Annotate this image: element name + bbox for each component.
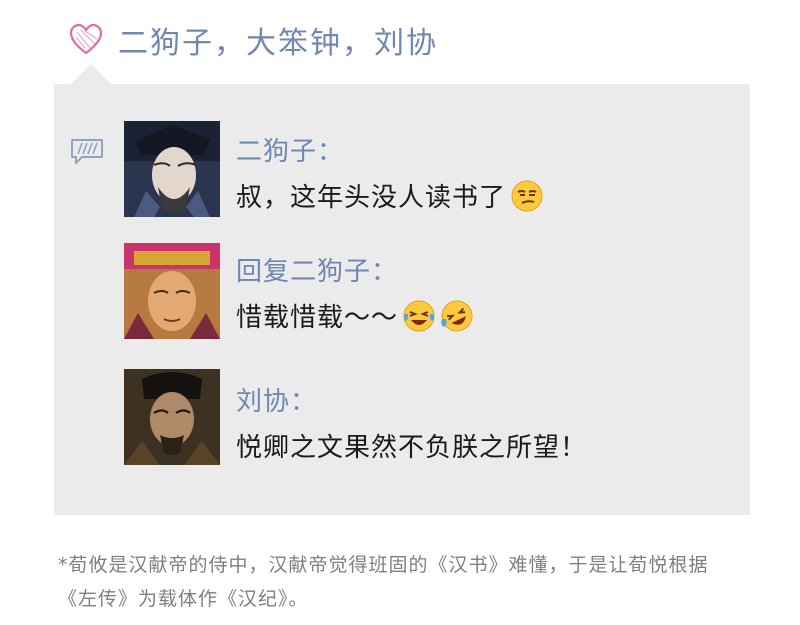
header: 二狗子，大笨钟，刘协 xyxy=(68,18,438,62)
avatar xyxy=(124,369,220,465)
comment-icon xyxy=(71,139,103,164)
comment-text-content: 叔，这年头没人读书了 xyxy=(236,183,507,213)
laughing-tears-emoji-icon xyxy=(403,300,435,331)
card-pointer xyxy=(70,64,112,85)
comment-author: 回复二狗子： xyxy=(236,257,399,287)
comment-text: 悦卿之文果然不负朕之所望！ xyxy=(236,427,587,464)
comment-text-content: 悦卿之文果然不负朕之所望！ xyxy=(236,433,588,463)
rolling-laugh-emoji-icon xyxy=(441,300,473,331)
smirk-emoji-icon xyxy=(511,180,543,211)
comment-text-content: 惜载惜载～～ xyxy=(236,303,399,333)
footnote: *荀攸是汉献帝的侍中，汉献帝觉得班固的《汉书》难懂，于是让荀悦根据《左传》为载体… xyxy=(58,554,709,610)
comment-text: 叔，这年头没人读书了 xyxy=(236,177,544,214)
comment-author: 刘协： xyxy=(236,387,318,417)
header-title: 二狗子，大笨钟，刘协 xyxy=(118,26,438,61)
comment-text: 惜载惜载～～ xyxy=(236,297,474,334)
avatar xyxy=(124,121,220,217)
comment-author: 二狗子： xyxy=(236,137,345,167)
heart-icon xyxy=(69,23,103,55)
avatar xyxy=(124,243,220,339)
